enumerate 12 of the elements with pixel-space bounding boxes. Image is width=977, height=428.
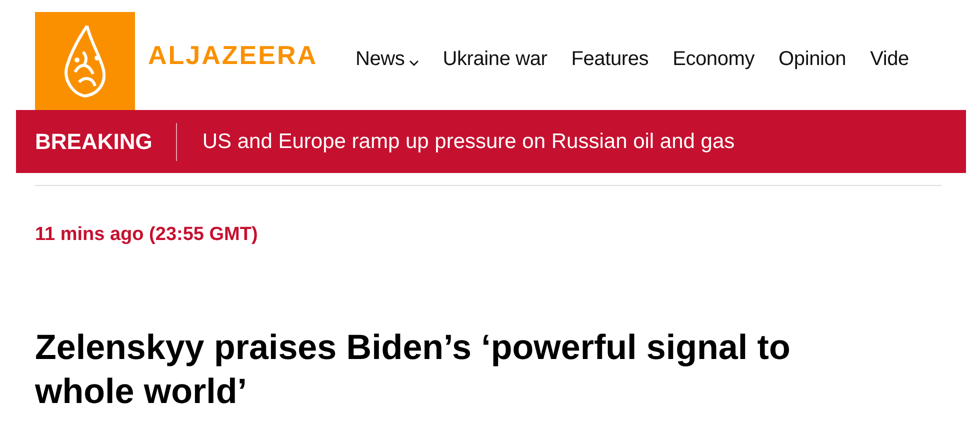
caret-icon: [408, 60, 419, 66]
breaking-label: BREAKING: [16, 122, 178, 160]
nav-link[interactable]: Features: [571, 48, 649, 70]
nav-link[interactable]: Economy: [672, 48, 755, 70]
article-title: Zelenskyy praises Biden’s ‘powerful signal to whole world’: [35, 327, 792, 413]
nav-link[interactable]: Ukraine war: [442, 48, 548, 70]
nav-link[interactable]: News: [356, 48, 419, 70]
article-timestamp: 11 mins ago (23:55 GMT): [35, 224, 259, 246]
nav-link[interactable]: Opinion: [778, 48, 846, 70]
logo-icon[interactable]: [35, 12, 135, 110]
nav-link[interactable]: Vide: [870, 48, 909, 70]
breaking-headline-link[interactable]: US and Europe ramp up pressure on Russian oil and gas: [202, 130, 735, 154]
